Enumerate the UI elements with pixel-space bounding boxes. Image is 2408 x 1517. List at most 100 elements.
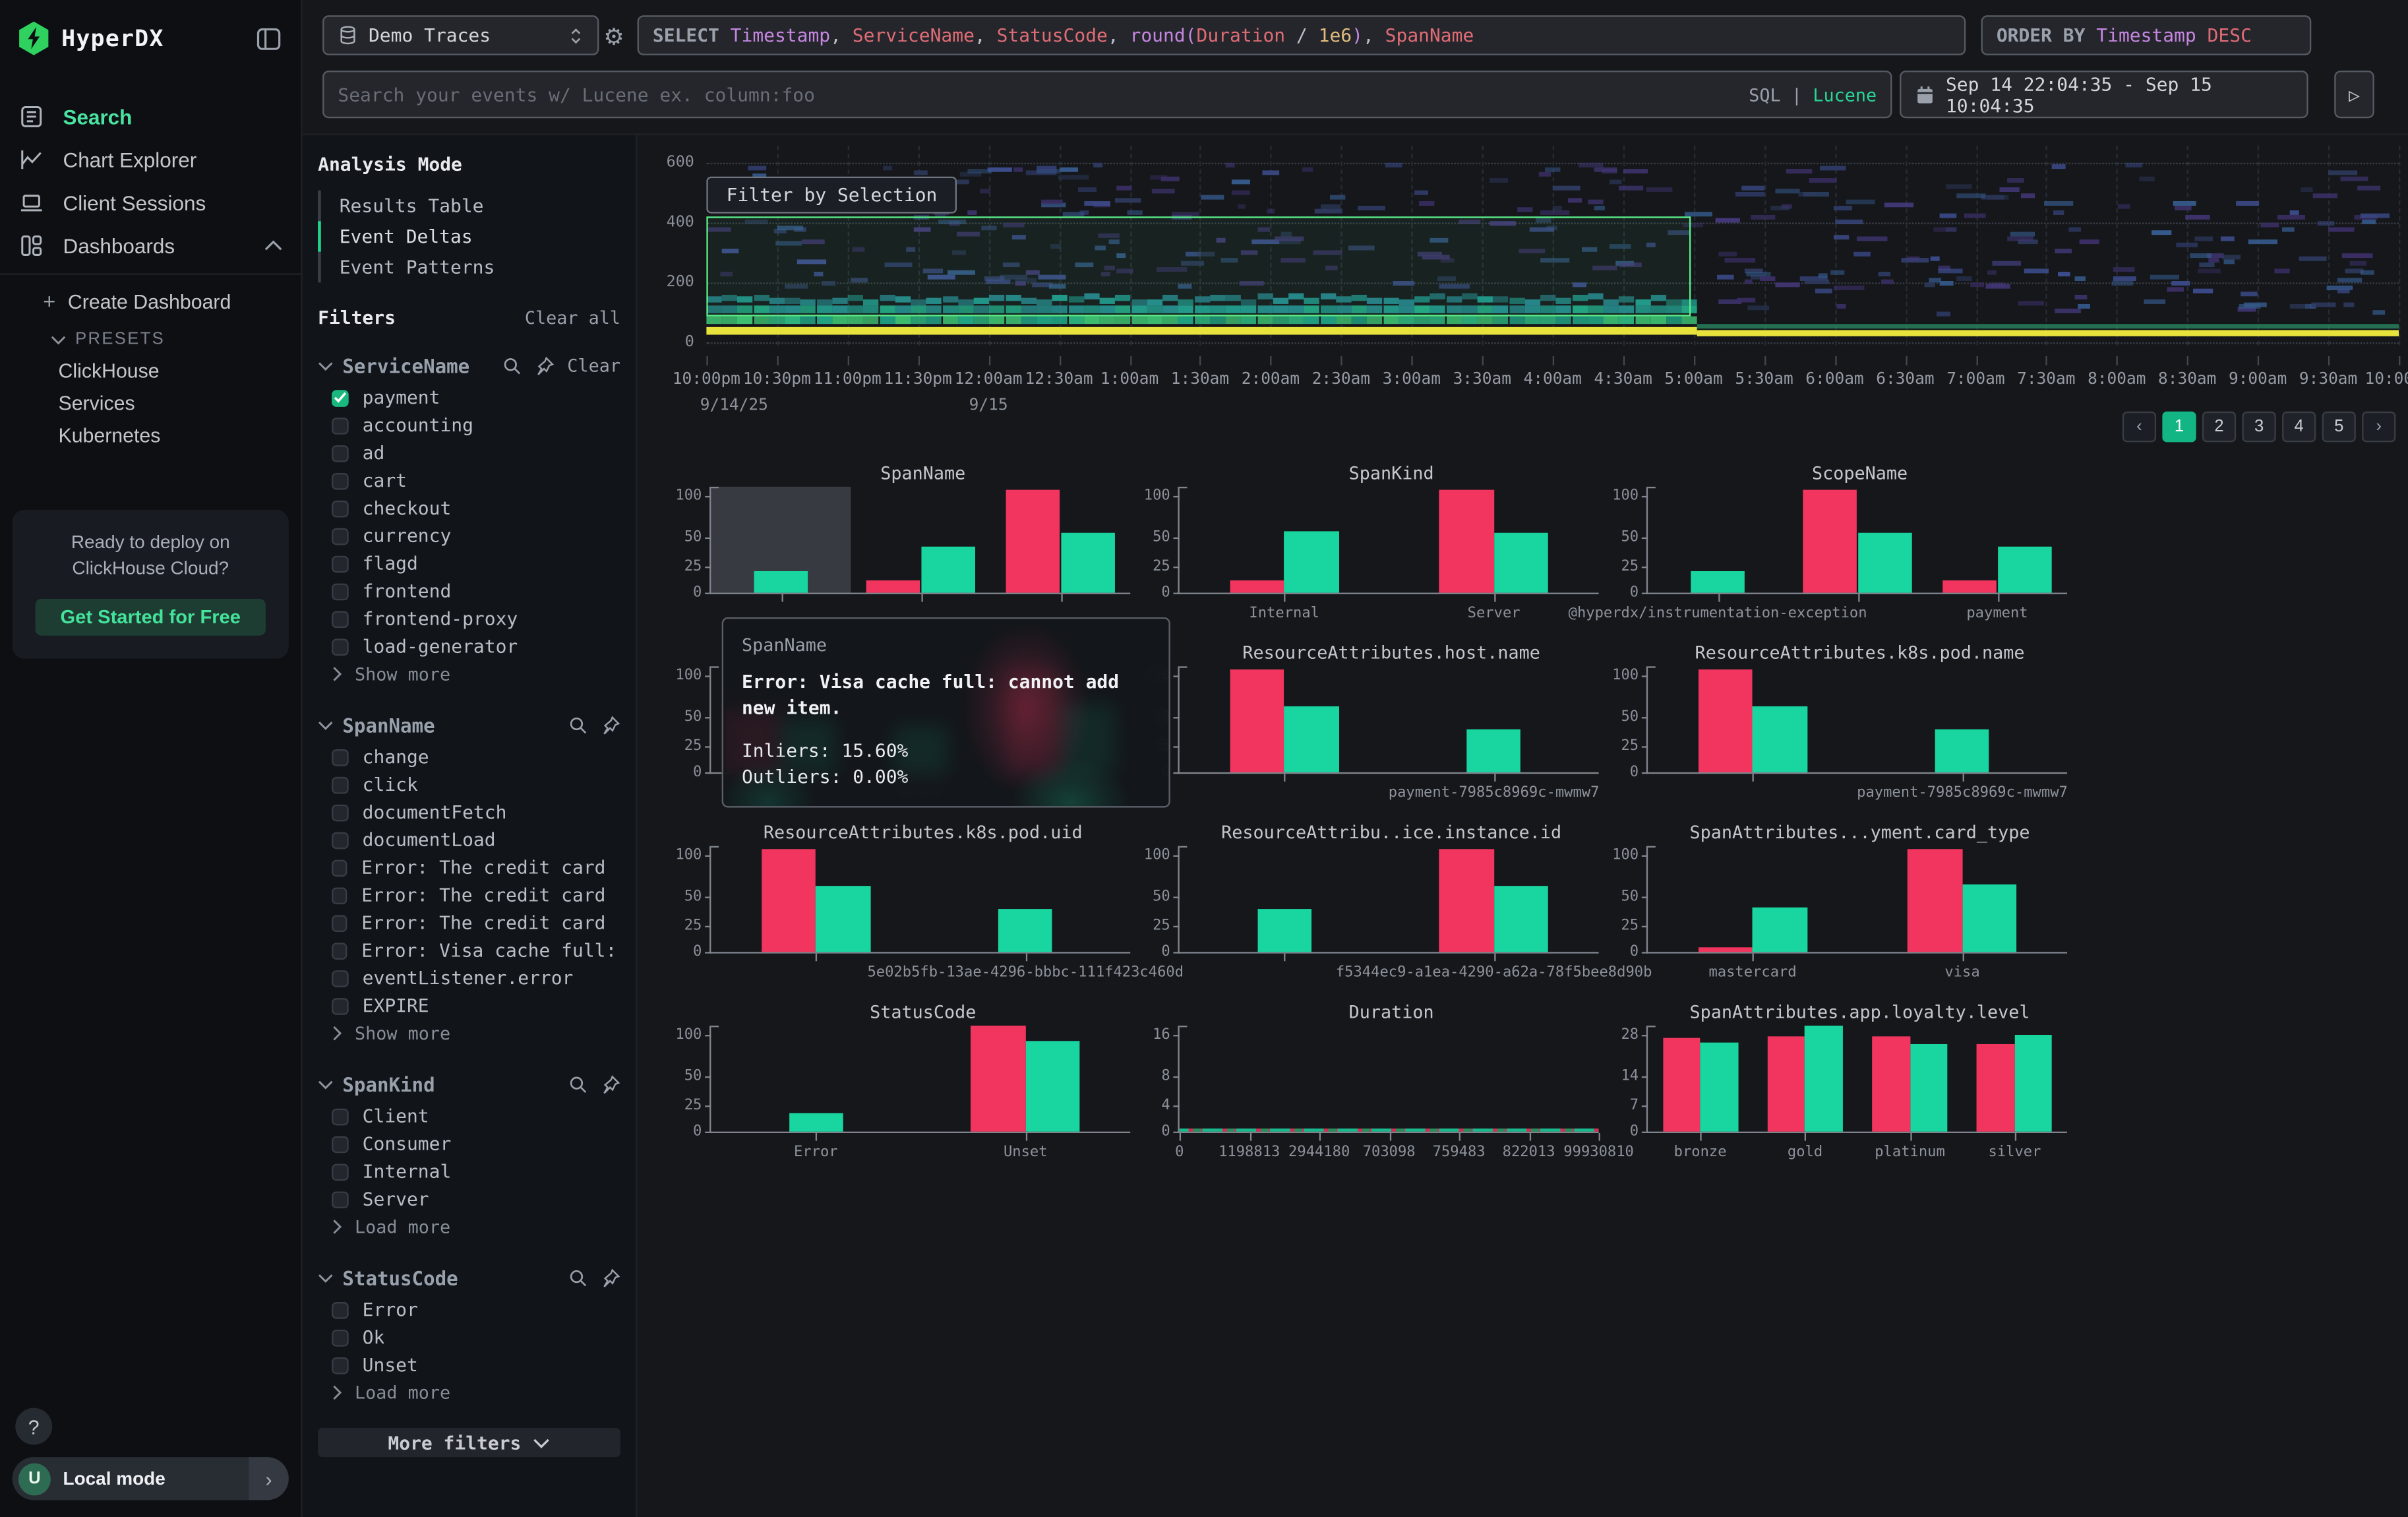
filter-option[interactable]: change <box>318 743 620 771</box>
checkbox-unchecked[interactable] <box>332 1357 349 1374</box>
sidebar-item-search[interactable]: Search <box>0 95 301 138</box>
selection-rectangle[interactable] <box>706 216 1691 315</box>
pin-icon[interactable] <box>601 715 620 735</box>
clear-filter-button[interactable]: Clear <box>567 355 620 377</box>
checkbox-unchecked[interactable] <box>332 1135 349 1152</box>
checkbox-unchecked[interactable] <box>332 1329 349 1346</box>
pin-icon[interactable] <box>535 356 555 375</box>
pagination-page-5[interactable]: 5 <box>2322 412 2356 443</box>
checkbox-unchecked[interactable] <box>332 942 347 959</box>
filter-option[interactable]: flagd <box>318 549 620 577</box>
sidebar-item-create-dashboard[interactable]: +Create Dashboard <box>0 284 301 318</box>
order-by-input[interactable]: ORDER BY Timestamp DESC <box>1981 15 2312 55</box>
filter-option[interactable]: Error: Visa cache full: … <box>318 937 620 964</box>
search-icon[interactable] <box>502 356 522 375</box>
filter-option[interactable]: EXPIRE <box>318 992 620 1020</box>
checkbox-unchecked[interactable] <box>332 638 349 655</box>
load-more-link[interactable]: Load more <box>318 1378 620 1406</box>
presets-toggle[interactable]: PRESETS <box>0 324 301 355</box>
filter-option[interactable]: currency <box>318 522 620 549</box>
filter-option[interactable]: frontend-proxy <box>318 605 620 633</box>
show-more-link[interactable]: Show more <box>318 660 620 688</box>
more-filters-button[interactable]: More filters <box>318 1428 620 1457</box>
filter-option[interactable]: documentFetch <box>318 799 620 826</box>
filter-option[interactable]: Server <box>318 1185 620 1213</box>
load-more-link[interactable]: Load more <box>318 1213 620 1241</box>
run-query-button[interactable]: ▷ <box>2334 71 2374 118</box>
checkbox-unchecked[interactable] <box>332 1163 349 1180</box>
filter-option[interactable]: Consumer <box>318 1130 620 1158</box>
filter-option[interactable]: eventListener.error <box>318 964 620 992</box>
sql-toggle[interactable]: SQL <box>1749 84 1780 106</box>
source-select[interactable]: Demo Traces <box>322 15 599 55</box>
settings-gear-icon[interactable]: ⚙ <box>603 23 624 51</box>
checkbox-checked[interactable] <box>332 389 349 406</box>
filter-option[interactable]: Error: The credit card (… <box>318 881 620 909</box>
checkbox-unchecked[interactable] <box>332 970 349 987</box>
filter-option[interactable]: Error: The credit card (… <box>318 909 620 937</box>
filter-option[interactable]: ad <box>318 439 620 467</box>
clear-all-filters[interactable]: Clear all <box>525 307 620 329</box>
collapse-sidebar-icon[interactable] <box>255 25 283 51</box>
chevron-right-icon[interactable]: › <box>249 1457 289 1500</box>
filter-option[interactable]: checkout <box>318 495 620 522</box>
pagination-page-4[interactable]: 4 <box>2282 412 2316 443</box>
pagination-page-2[interactable]: 2 <box>2202 412 2236 443</box>
filter-option[interactable]: documentLoad <box>318 826 620 853</box>
pagination-prev[interactable]: ‹ <box>2122 412 2156 443</box>
checkbox-unchecked[interactable] <box>332 776 349 793</box>
pagination-page-1[interactable]: 1 <box>2162 412 2196 443</box>
search-icon[interactable] <box>568 1074 588 1094</box>
analysis-mode-event-deltas[interactable]: Event Deltas <box>318 221 620 252</box>
pin-icon[interactable] <box>601 1074 620 1094</box>
filter-option[interactable]: Error <box>318 1296 620 1324</box>
select-query-input[interactable]: SELECT Timestamp, ServiceName, StatusCod… <box>638 15 1966 55</box>
checkbox-unchecked[interactable] <box>332 1191 349 1208</box>
filter-option[interactable]: payment <box>318 384 620 412</box>
chevron-down-icon[interactable] <box>318 720 333 730</box>
checkbox-unchecked[interactable] <box>332 445 349 462</box>
checkbox-unchecked[interactable] <box>332 859 347 876</box>
sidebar-item-client-sessions[interactable]: Client Sessions <box>0 181 301 224</box>
filter-option[interactable]: Client <box>318 1102 620 1130</box>
sidebar-item-clickhouse[interactable]: ClickHouse <box>0 355 301 387</box>
pin-icon[interactable] <box>601 1268 620 1287</box>
analysis-mode-results-table[interactable]: Results Table <box>318 191 620 222</box>
pagination-page-3[interactable]: 3 <box>2242 412 2275 443</box>
sidebar-item-chart-explorer[interactable]: Chart Explorer <box>0 139 301 181</box>
analysis-mode-event-patterns[interactable]: Event Patterns <box>318 252 620 283</box>
sidebar-item-services[interactable]: Services <box>0 387 301 419</box>
checkbox-unchecked[interactable] <box>332 749 349 766</box>
checkbox-unchecked[interactable] <box>332 914 347 931</box>
checkbox-unchecked[interactable] <box>332 500 349 517</box>
filter-by-selection-button[interactable]: Filter by Selection <box>706 177 957 214</box>
checkbox-unchecked[interactable] <box>332 1301 349 1318</box>
filter-option[interactable]: frontend <box>318 577 620 605</box>
search-input[interactable]: Search your events w/ Lucene ex. column:… <box>322 71 1892 118</box>
sidebar-item-kubernetes[interactable]: Kubernetes <box>0 419 301 452</box>
chevron-down-icon[interactable] <box>318 1272 333 1283</box>
chevron-up-icon[interactable] <box>264 239 283 252</box>
pagination-next[interactable]: › <box>2362 412 2395 443</box>
filter-option[interactable]: Ok <box>318 1324 620 1351</box>
show-more-link[interactable]: Show more <box>318 1020 620 1047</box>
checkbox-unchecked[interactable] <box>332 555 349 573</box>
filter-option[interactable]: Unset <box>318 1351 620 1379</box>
chevron-down-icon[interactable] <box>318 360 333 371</box>
search-icon[interactable] <box>568 715 588 735</box>
sidebar-item-dashboards[interactable]: Dashboards <box>0 224 301 267</box>
filter-option[interactable]: click <box>318 771 620 799</box>
time-range-picker[interactable]: Sep 14 22:04:35 - Sep 15 10:04:35 <box>1900 71 2308 118</box>
local-mode-pill[interactable]: U Local mode › <box>13 1457 289 1500</box>
chevron-down-icon[interactable] <box>318 1078 333 1089</box>
checkbox-unchecked[interactable] <box>332 417 349 434</box>
filter-option[interactable]: Error: The credit card (… <box>318 853 620 881</box>
checkbox-unchecked[interactable] <box>332 582 349 600</box>
checkbox-unchecked[interactable] <box>332 610 349 627</box>
checkbox-unchecked[interactable] <box>332 997 349 1014</box>
filter-option[interactable]: accounting <box>318 412 620 439</box>
checkbox-unchecked[interactable] <box>332 472 349 489</box>
filter-option[interactable]: load-generator <box>318 633 620 660</box>
search-icon[interactable] <box>568 1268 588 1287</box>
checkbox-unchecked[interactable] <box>332 804 349 821</box>
